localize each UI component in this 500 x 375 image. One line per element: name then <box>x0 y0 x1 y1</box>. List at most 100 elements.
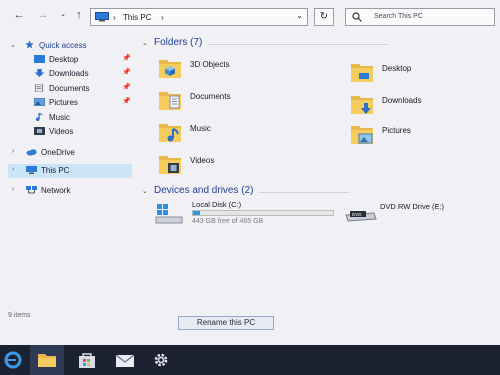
folders-header-label: Folders (7) <box>154 37 203 48</box>
breadcrumb-this-pc[interactable]: This PC <box>123 12 151 23</box>
nav-label: Videos <box>49 127 74 136</box>
dvd-drive-icon: DVD <box>345 211 377 222</box>
documents-folder-icon <box>159 92 181 110</box>
file-explorer-window: ← → ⌄ ↑ › This PC › ⌄ ↻ Search This PC ⌄ <box>0 0 500 345</box>
folder-name: Music <box>190 124 211 133</box>
folder-documents[interactable]: Documents <box>158 88 318 118</box>
folder-pictures[interactable]: Pictures <box>350 122 500 152</box>
search-icon <box>352 12 362 22</box>
item-count: 9 items <box>8 312 31 319</box>
nav-label: Documents <box>49 84 90 93</box>
drive-dvd-rw-e[interactable]: DVD DVD RW Drive (E:) <box>344 199 494 229</box>
pin-icon: 📌 <box>122 84 131 91</box>
pin-icon: 📌 <box>122 69 131 76</box>
rename-this-pc-button[interactable]: Rename this PC <box>178 316 274 330</box>
nav-label: OneDrive <box>41 148 75 157</box>
star-icon <box>25 40 34 49</box>
taskbar <box>0 345 500 375</box>
nav-label: This PC <box>41 166 70 175</box>
breadcrumb-separator: › <box>161 13 164 22</box>
pictures-icon <box>34 98 45 106</box>
nav-label: Downloads <box>49 69 89 78</box>
svg-text:DVD: DVD <box>352 212 362 217</box>
drive-free-space: 443 GB free of 465 GB <box>192 218 264 225</box>
chevron-down-icon[interactable]: ⌄ <box>142 187 148 195</box>
folder-name: Documents <box>190 92 231 101</box>
this-pc-icon <box>26 166 37 174</box>
drive-local-disk-c[interactable]: Local Disk (C:) 443 GB free of 465 GB <box>154 199 344 229</box>
nav-item-music[interactable]: Music <box>34 111 70 124</box>
nav-onedrive[interactable]: OneDrive <box>26 146 75 159</box>
pin-icon: 📌 <box>122 55 131 62</box>
desktop-folder-icon <box>351 64 373 82</box>
store-icon[interactable] <box>76 351 98 369</box>
nav-quick-access[interactable]: Quick access <box>24 39 87 52</box>
videos-icon <box>34 127 45 135</box>
edge-browser-icon[interactable] <box>2 351 24 369</box>
nav-label: Music <box>49 113 70 122</box>
chevron-down-icon[interactable]: ⌄ <box>10 41 16 49</box>
this-pc-icon <box>95 12 109 22</box>
documents-icon <box>35 84 44 92</box>
drive-name: DVD RW Drive (E:) <box>380 202 445 211</box>
search-box[interactable]: Search This PC <box>345 8 495 26</box>
onedrive-icon <box>26 149 37 156</box>
folder-name: Desktop <box>382 64 412 73</box>
settings-gear-icon[interactable] <box>150 351 172 369</box>
address-bar[interactable]: › This PC › ⌄ <box>90 8 308 26</box>
header-divider <box>208 44 389 45</box>
header-divider <box>259 192 350 193</box>
drives-group-header[interactable]: Devices and drives (2) <box>154 185 350 196</box>
folder-name: 3D Objects <box>190 60 230 69</box>
nav-item-documents[interactable]: Documents <box>34 82 89 95</box>
nav-label: Desktop <box>49 55 79 64</box>
mail-icon[interactable] <box>114 351 136 369</box>
file-explorer-taskbar-icon[interactable] <box>36 351 58 369</box>
up-button[interactable]: ↑ <box>72 8 86 22</box>
nav-item-videos[interactable]: Videos <box>34 125 73 138</box>
desktop-icon <box>34 55 45 63</box>
folder-3d-objects[interactable]: 3D Objects <box>158 56 318 86</box>
folder-music[interactable]: Music <box>158 120 318 150</box>
disk-usage-fill <box>193 211 200 215</box>
back-button[interactable]: ← <box>12 8 26 22</box>
drives-header-label: Devices and drives (2) <box>154 185 254 196</box>
content-pane: ⌄ Folders (7) 3D Objects Desktop Documen… <box>140 32 500 312</box>
recent-locations-button[interactable]: ⌄ <box>56 8 70 22</box>
nav-network[interactable]: Network <box>26 184 70 197</box>
nav-item-pictures[interactable]: Pictures <box>34 96 78 109</box>
chevron-right-icon[interactable]: › <box>12 186 14 193</box>
chevron-right-icon[interactable]: › <box>12 148 14 155</box>
nav-this-pc[interactable]: This PC <box>26 164 69 177</box>
downloads-folder-icon <box>351 96 373 114</box>
folders-group-header[interactable]: Folders (7) <box>154 37 389 48</box>
chevron-down-icon[interactable]: ⌄ <box>296 11 303 20</box>
breadcrumb-separator: › <box>113 13 116 22</box>
search-placeholder: Search This PC <box>374 13 423 20</box>
music-icon <box>35 113 43 121</box>
windows-drive-icon <box>155 204 183 224</box>
refresh-button[interactable]: ↻ <box>314 8 334 26</box>
pictures-folder-icon <box>351 126 373 144</box>
pin-icon: 📌 <box>122 98 131 105</box>
drive-name: Local Disk (C:) <box>192 200 242 209</box>
nav-label: Network <box>41 186 71 195</box>
folder-name: Downloads <box>382 96 422 105</box>
folder-desktop[interactable]: Desktop <box>350 60 500 90</box>
address-row: ← → ⌄ ↑ › This PC › ⌄ ↻ Search This PC <box>0 4 500 28</box>
folder-downloads[interactable]: Downloads <box>350 92 500 122</box>
navigation-pane: ⌄ Quick access Desktop 📌 Downloads 📌 Doc… <box>0 32 140 312</box>
nav-item-desktop[interactable]: Desktop <box>34 53 78 66</box>
chevron-right-icon[interactable]: › <box>12 166 14 173</box>
chevron-down-icon[interactable]: ⌄ <box>142 39 148 47</box>
disk-usage-bar <box>192 210 334 216</box>
folder-name: Pictures <box>382 126 411 135</box>
videos-folder-icon <box>159 156 181 174</box>
folder-videos[interactable]: Videos <box>158 152 318 182</box>
folder-name: Videos <box>190 156 215 165</box>
nav-label: Quick access <box>39 41 87 50</box>
nav-item-downloads[interactable]: Downloads <box>34 67 89 80</box>
forward-button[interactable]: → <box>36 8 50 22</box>
nav-label: Pictures <box>49 98 78 107</box>
3d-objects-folder-icon <box>159 60 181 78</box>
